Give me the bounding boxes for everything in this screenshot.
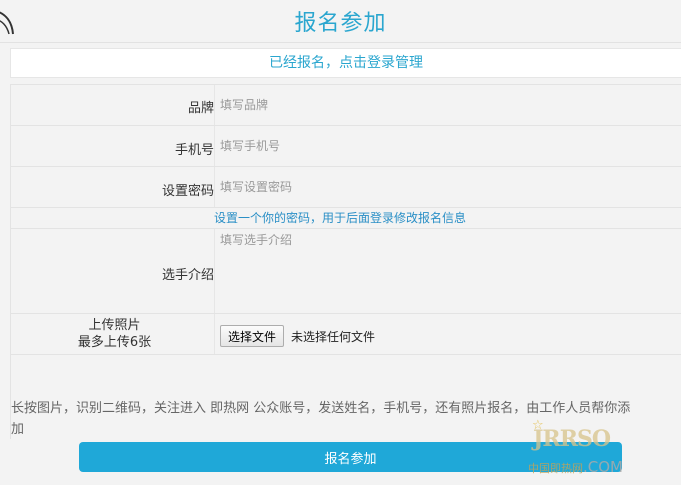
photo-upload-row: 上传照片 最多上传6张 选择文件 未选择任何文件 [11, 314, 681, 355]
column-divider [214, 229, 215, 313]
notice-text: 长按图片，识别二维码，关注进入 即热网 公众账号，发送姓名，手机号，还有照片报名… [11, 398, 681, 440]
column-divider [214, 314, 215, 354]
intro-label: 选手介绍 [161, 268, 214, 283]
phone-input[interactable] [216, 126, 681, 166]
password-hint-row: 设置一个你的密码，用于后面登录修改报名信息 [11, 208, 681, 229]
choose-file-button[interactable]: 选择文件 [220, 325, 285, 347]
notice-line-1: 长按图片，识别二维码，关注进入 即热网 公众账号，发送姓名，手机号，还有照片报名… [11, 401, 631, 416]
page-title: 报名参加 [294, 11, 387, 36]
brand-input[interactable] [216, 85, 681, 125]
password-label: 设置密码 [161, 184, 214, 199]
password-hint: 设置一个你的密码，用于后面登录修改报名信息 [214, 211, 467, 225]
column-divider [214, 126, 215, 166]
header-bar: 报名参加 [0, 0, 681, 43]
file-status: 未选择任何文件 [291, 330, 376, 344]
photo-label-line1: 上传照片 [88, 318, 141, 333]
signup-form: 品牌 手机号 设置密码 设置一个你的密码，用于后面登录修改报名信息 选手介绍 上… [10, 84, 681, 439]
brand-row: 品牌 [11, 85, 681, 126]
submit-signup-button[interactable]: 报名参加 [79, 442, 622, 472]
column-divider [214, 85, 215, 125]
password-input[interactable] [216, 167, 681, 207]
intro-row: 选手介绍 [11, 229, 681, 314]
phone-label: 手机号 [174, 143, 214, 158]
photo-upload-label: 上传照片 最多上传6张 [15, 317, 214, 351]
brand-label: 品牌 [187, 101, 214, 116]
password-row: 设置密码 [11, 167, 681, 208]
photo-label-line2: 最多上传6张 [77, 335, 152, 350]
phone-row: 手机号 [11, 126, 681, 167]
intro-textarea[interactable] [216, 229, 681, 311]
login-banner: 已经报名，点击登录管理 [10, 48, 681, 78]
login-manage-link[interactable]: 已经报名，点击登录管理 [11, 49, 681, 77]
column-divider [214, 167, 215, 207]
notice-line-2: 加 [11, 422, 25, 437]
